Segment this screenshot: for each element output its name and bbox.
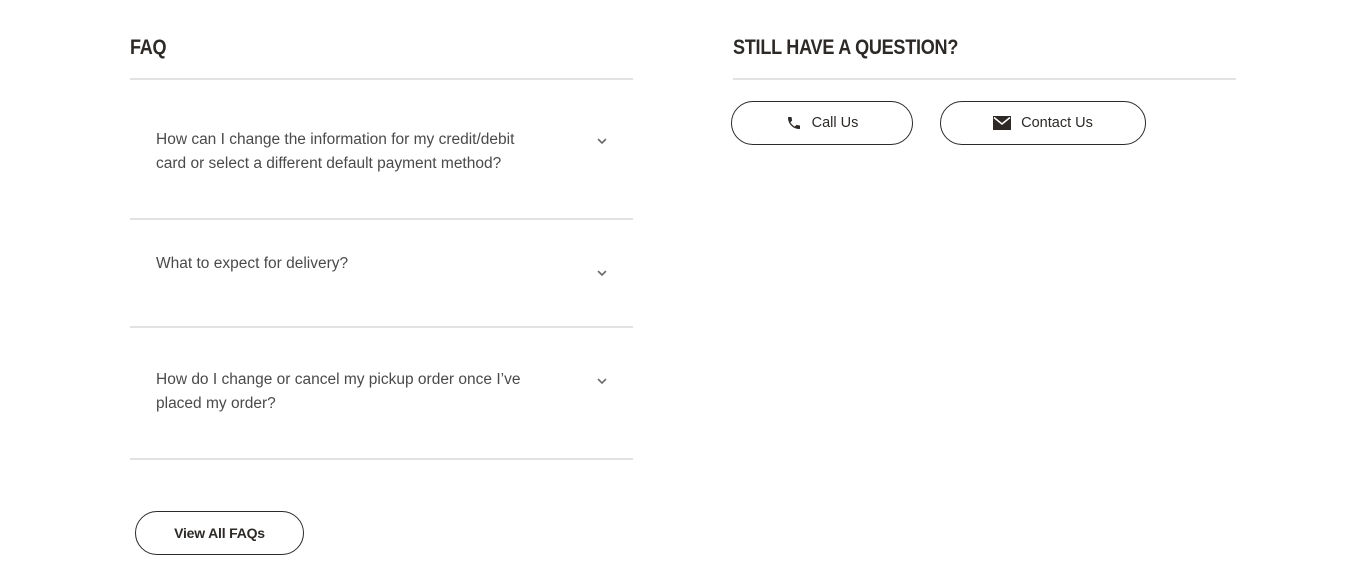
chevron-down-icon[interactable] (597, 268, 607, 278)
faq-list: How can I change the information for my … (130, 80, 633, 460)
contact-title: STILL HAVE A QUESTION? (733, 36, 959, 59)
contact-us-label: Contact Us (1021, 115, 1093, 131)
chevron-down-icon[interactable] (597, 136, 607, 146)
faq-item[interactable]: What to expect for delivery? (130, 220, 633, 328)
page: FAQ How can I change the information for… (0, 0, 1366, 563)
faq-question: What to expect for delivery? (156, 255, 349, 272)
envelope-icon (993, 116, 1012, 130)
view-all-faqs-button[interactable]: View All FAQs (135, 511, 304, 555)
call-us-button[interactable]: Call Us (731, 101, 913, 145)
faq-item[interactable]: How can I change the information for my … (130, 80, 633, 220)
faq-title: FAQ (130, 36, 167, 59)
contact-divider (733, 78, 1236, 80)
contact-us-button[interactable]: Contact Us (940, 101, 1146, 145)
faq-question: How do I change or cancel my pickup orde… (156, 371, 521, 412)
call-us-label: Call Us (811, 115, 859, 131)
chevron-down-icon[interactable] (597, 376, 607, 386)
faq-item[interactable]: How do I change or cancel my pickup orde… (130, 328, 633, 460)
faq-question: How can I change the information for my … (156, 131, 515, 172)
phone-icon (786, 115, 802, 131)
